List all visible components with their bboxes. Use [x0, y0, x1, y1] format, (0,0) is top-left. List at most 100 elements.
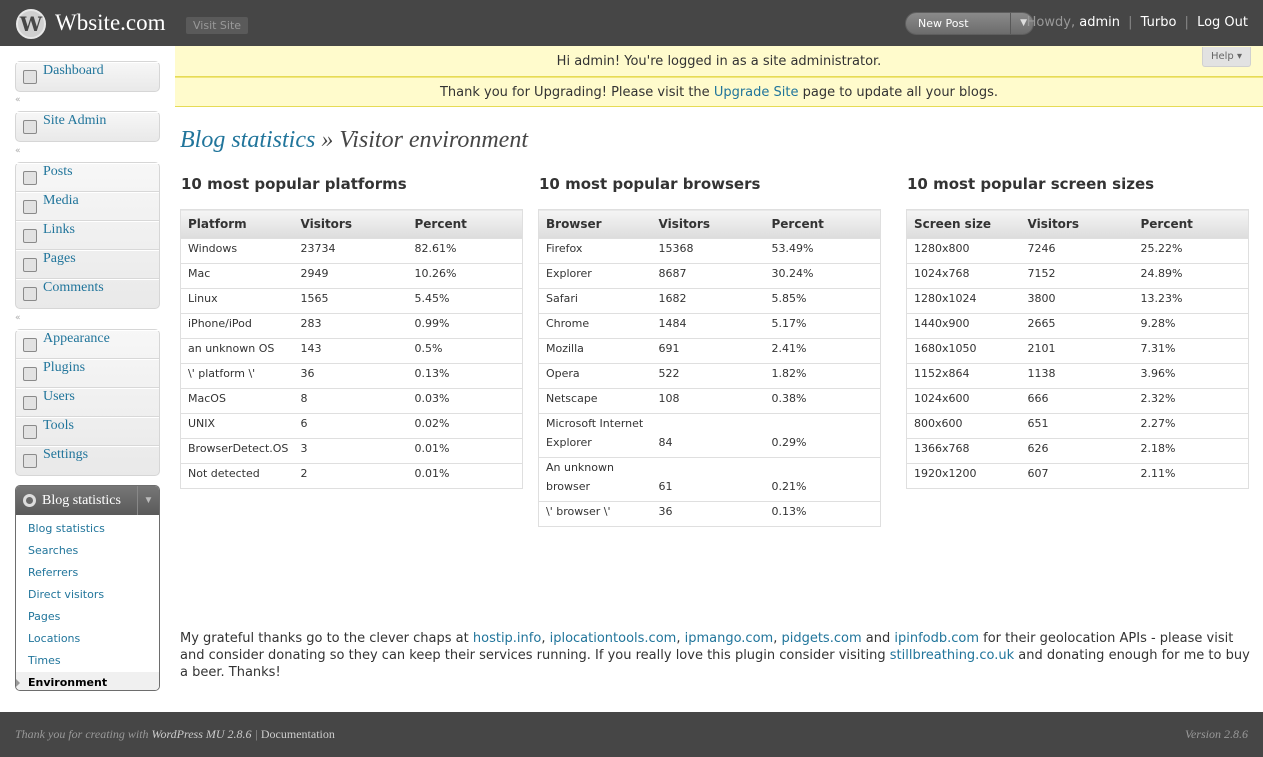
- upgrade-site-link[interactable]: Upgrade Site: [714, 85, 799, 100]
- menu-label[interactable]: Media: [43, 193, 79, 208]
- menu-item-links[interactable]: Links: [16, 221, 159, 250]
- submenu-item-blog-statistics[interactable]: Blog statistics: [16, 518, 159, 540]
- table-cell: 36: [293, 363, 408, 389]
- turbo-link[interactable]: Turbo: [1141, 15, 1177, 30]
- gear-icon: [23, 494, 36, 507]
- menu-item-blog-statistics[interactable]: Blog statistics ▼: [16, 486, 159, 515]
- menu-item-settings[interactable]: Settings: [16, 446, 159, 475]
- menu-item-plugins[interactable]: Plugins: [16, 359, 159, 388]
- submenu-item-referrers[interactable]: Referrers: [16, 562, 159, 584]
- pidgets-link[interactable]: pidgets.com: [781, 631, 861, 646]
- submenu-item-pages[interactable]: Pages: [16, 606, 159, 628]
- menu-label[interactable]: Appearance: [43, 331, 110, 346]
- menu-label[interactable]: Links: [43, 222, 75, 237]
- footer-left: Thank you for creating with WordPress MU…: [15, 727, 335, 741]
- menu-label[interactable]: Settings: [43, 447, 88, 462]
- table-cell: 6: [293, 413, 408, 439]
- visit-site-button[interactable]: Visit Site: [186, 17, 249, 34]
- column-header: Visitors: [293, 209, 408, 239]
- table-row: \' browser \' 36 0.13%: [538, 501, 881, 527]
- menu-label[interactable]: Posts: [43, 164, 73, 179]
- logout-link[interactable]: Log Out: [1197, 15, 1248, 30]
- help-button[interactable]: Help ▾: [1201, 47, 1251, 67]
- column-header: Percent: [1133, 209, 1249, 239]
- table-row: MacOS 8 0.03%: [180, 388, 523, 414]
- table-cell: 1280x800: [906, 238, 1021, 264]
- menu-item-pages[interactable]: Pages: [16, 250, 159, 279]
- settings-icon: [23, 454, 37, 468]
- table-cell: 5.45%: [407, 288, 523, 314]
- footnote-text: and: [865, 631, 891, 646]
- menu-item-appearance[interactable]: Appearance: [16, 330, 159, 359]
- menu-group-settings: Appearance Plugins Users Tools Settings: [15, 329, 160, 476]
- menu-label[interactable]: Comments: [43, 280, 104, 295]
- table-row: Mozilla 691 2.41%: [538, 338, 881, 364]
- screens-table: Screen size Visitors Percent 1280x800 7246 25…: [906, 209, 1249, 489]
- hostip-link[interactable]: hostip.info: [473, 631, 541, 646]
- menu-item-users[interactable]: Users: [16, 388, 159, 417]
- logged-in-notice-text: Hi admin! You're logged in as a site adm…: [556, 54, 882, 69]
- submenu-item-direct-visitors[interactable]: Direct visitors: [16, 584, 159, 606]
- help-label[interactable]: Help: [1211, 51, 1234, 62]
- menu-item-dashboard[interactable]: Dashboard: [16, 62, 159, 91]
- menu-collapse-arrow-icon[interactable]: «: [15, 95, 21, 105]
- menu-collapse-arrow-icon[interactable]: «: [15, 146, 21, 156]
- table-row: Firefox 15368 53.49%: [538, 238, 881, 264]
- menu-item-comments[interactable]: Comments: [16, 279, 159, 308]
- stillbreathing-link[interactable]: stillbreathing.co.uk: [890, 648, 1014, 663]
- wordpress-logo-icon: W: [16, 9, 46, 39]
- menu-item-posts[interactable]: Posts: [16, 163, 159, 192]
- menu-item-tools[interactable]: Tools: [16, 417, 159, 446]
- table-cell: 0.13%: [407, 363, 523, 389]
- ipinfodb-link[interactable]: ipinfodb.com: [894, 631, 979, 646]
- menu-item-media[interactable]: Media: [16, 192, 159, 221]
- documentation-link[interactable]: Documentation: [261, 727, 335, 741]
- user-links: Howdy, admin | Turbo | Log Out: [1027, 15, 1248, 30]
- submenu-toggle-icon[interactable]: ▼: [137, 486, 159, 515]
- table-cell: 1440x900: [906, 313, 1021, 339]
- table-cell: 3: [293, 438, 408, 464]
- table-cell: 0.03%: [407, 388, 523, 414]
- admin-footer: Thank you for creating with WordPress MU…: [0, 712, 1263, 757]
- user-profile-link[interactable]: admin: [1079, 15, 1120, 30]
- submenu-item-locations[interactable]: Locations: [16, 628, 159, 650]
- menu-collapse-arrow-icon[interactable]: «: [15, 313, 21, 323]
- submenu-item-environment[interactable]: Environment: [16, 672, 159, 690]
- blog-statistics-link[interactable]: Blog statistics: [180, 127, 315, 153]
- upgrade-notice-prefix: Thank you for Upgrading! Please visit th…: [439, 85, 710, 100]
- submenu-item-searches[interactable]: Searches: [16, 540, 159, 562]
- table-cell: BrowserDetect.OS: [180, 438, 294, 464]
- menu-label[interactable]: Plugins: [43, 360, 85, 375]
- wordpress-mu-link[interactable]: WordPress MU 2.8.6: [152, 727, 252, 741]
- menu-label[interactable]: Dashboard: [43, 63, 104, 78]
- table-cell: 7152: [1020, 263, 1134, 289]
- submenu-item-times[interactable]: Times: [16, 650, 159, 672]
- site-title[interactable]: Wbsite.com: [55, 9, 166, 37]
- menu-label[interactable]: Blog statistics: [42, 493, 121, 508]
- separator: |: [1184, 15, 1189, 30]
- table-cell: 10.26%: [407, 263, 523, 289]
- table-cell: 13.23%: [1133, 288, 1249, 314]
- table-cell: 2101: [1020, 338, 1134, 364]
- page-title: Blog statistics » Visitor environment: [180, 124, 528, 156]
- table-cell: 2665: [1020, 313, 1134, 339]
- menu-label[interactable]: Tools: [43, 418, 74, 433]
- table-cell: 2.18%: [1133, 438, 1249, 464]
- tools-icon: [23, 425, 37, 439]
- iplocationtools-link[interactable]: iplocationtools.com: [550, 631, 677, 646]
- menu-item-site-admin[interactable]: Site Admin: [16, 112, 159, 141]
- table-cell: 283: [293, 313, 408, 339]
- table-row: Mac 2949 10.26%: [180, 263, 523, 289]
- menu-label[interactable]: Pages: [43, 251, 76, 266]
- appearance-icon: [23, 338, 37, 352]
- new-post-label[interactable]: New Post: [918, 17, 969, 30]
- table-cell: 0.5%: [407, 338, 523, 364]
- menu-label[interactable]: Site Admin: [43, 113, 106, 128]
- table-cell: 23734: [293, 238, 408, 264]
- table-cell: 1024x600: [906, 388, 1021, 414]
- new-post-dropdown[interactable]: New Post ▼: [905, 12, 1034, 35]
- menu-label[interactable]: Users: [43, 389, 75, 404]
- table-row: 1680x1050 2101 7.31%: [906, 338, 1249, 364]
- table-row: 1024x600 666 2.32%: [906, 388, 1249, 414]
- ipmango-link[interactable]: ipmango.com: [685, 631, 774, 646]
